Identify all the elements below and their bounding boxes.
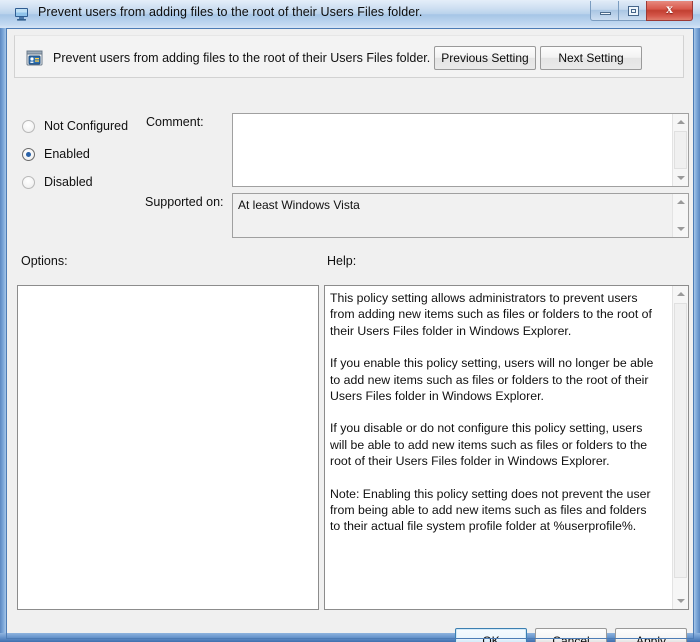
supported-on-scrollbar[interactable] (672, 194, 688, 237)
help-pane[interactable]: This policy setting allows administrator… (324, 285, 689, 610)
help-paragraph: Note: Enabling this policy setting does … (330, 486, 651, 534)
radio-not-configured[interactable]: Not Configured (22, 119, 128, 133)
supported-on-value: At least Windows Vista (238, 198, 360, 212)
supported-on-label: Supported on: (145, 195, 224, 209)
close-icon: x (666, 2, 673, 17)
comment-label: Comment: (146, 115, 204, 129)
restore-icon (628, 6, 639, 16)
comment-scrollbar[interactable] (672, 114, 688, 186)
dialog-client-area: Prevent users from adding files to the r… (7, 29, 693, 642)
group-policy-setting-icon (25, 48, 45, 68)
maximize-button[interactable] (618, 1, 647, 21)
scroll-up-icon[interactable] (673, 194, 688, 210)
group-policy-setting-dialog: Prevent users from adding files to the r… (0, 0, 700, 642)
help-label: Help: (327, 254, 357, 268)
close-button[interactable]: x (646, 1, 693, 21)
apply-button[interactable]: Apply (615, 628, 687, 642)
policy-header-strip: Prevent users from adding files to the r… (14, 35, 684, 78)
help-scrollbar[interactable] (672, 286, 688, 609)
radio-icon (22, 119, 35, 133)
policy-title: Prevent users from adding files to the r… (53, 51, 431, 65)
supported-on-field[interactable]: At least Windows Vista (232, 193, 689, 238)
radio-disabled[interactable]: Disabled (22, 175, 93, 189)
help-paragraph: This policy setting allows administrator… (330, 291, 652, 338)
scrollbar-thumb[interactable] (674, 303, 687, 578)
scrollbar-thumb[interactable] (674, 131, 687, 169)
minimize-icon (600, 12, 611, 15)
help-paragraph: If you disable or do not configure this … (330, 421, 648, 469)
scroll-up-icon[interactable] (673, 114, 688, 130)
radio-icon (22, 175, 35, 189)
scroll-up-icon[interactable] (673, 286, 688, 302)
ok-button[interactable]: OK (455, 628, 527, 642)
help-text: This policy setting allows administrator… (330, 290, 658, 535)
help-paragraph: If you enable this policy setting, users… (330, 356, 654, 404)
radio-selected-icon (22, 147, 35, 161)
comment-input[interactable] (232, 113, 689, 187)
window-controls: x (590, 1, 693, 21)
scroll-down-icon[interactable] (673, 593, 688, 609)
previous-setting-button[interactable]: Previous Setting (434, 46, 536, 70)
cancel-button[interactable]: Cancel (535, 628, 607, 642)
scroll-down-icon[interactable] (673, 221, 688, 237)
radio-enabled[interactable]: Enabled (22, 147, 90, 161)
title-bar[interactable]: Prevent users from adding files to the r… (0, 0, 700, 28)
window-title: Prevent users from adding files to the r… (38, 5, 423, 19)
options-label: Options: (21, 254, 68, 268)
scroll-down-icon[interactable] (673, 170, 688, 186)
minimize-button[interactable] (590, 1, 619, 21)
radio-label-disabled: Disabled (44, 175, 93, 189)
computer-monitor-icon (14, 6, 30, 22)
radio-label-enabled: Enabled (44, 147, 90, 161)
options-pane[interactable] (17, 285, 319, 610)
next-setting-button[interactable]: Next Setting (540, 46, 642, 70)
radio-label-not-configured: Not Configured (44, 119, 129, 133)
